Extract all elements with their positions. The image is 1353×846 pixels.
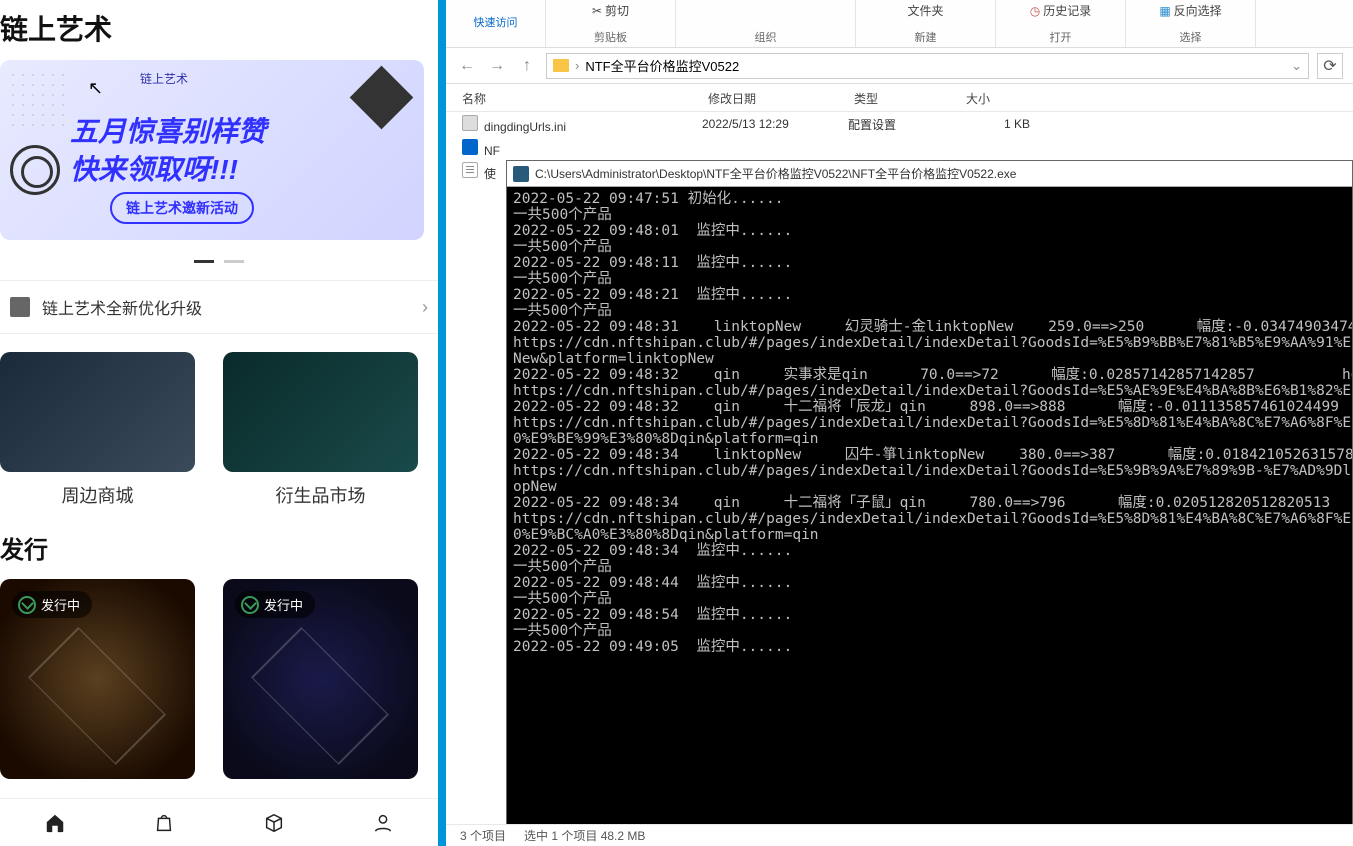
- console-titlebar[interactable]: C:\Users\Administrator\Desktop\NTF全平台价格监…: [507, 161, 1352, 187]
- carousel-dots[interactable]: [0, 250, 438, 268]
- quick-access-label[interactable]: 快速访问: [446, 0, 546, 47]
- bag-icon[interactable]: [153, 812, 175, 834]
- badge-label: 发行中: [264, 595, 303, 614]
- status-selected: 选中 1 个项目 48.2 MB: [524, 827, 645, 844]
- chevron-down-icon[interactable]: ⌄: [1291, 58, 1302, 74]
- category-row: 周边商城 衍生品市场: [0, 334, 438, 520]
- issue-card[interactable]: 发行中: [0, 579, 195, 779]
- organize-label: 组织: [688, 29, 843, 47]
- back-button[interactable]: ←: [456, 55, 478, 77]
- category-label: 周边商城: [0, 482, 195, 508]
- box-icon[interactable]: [263, 812, 285, 834]
- console-output[interactable]: 2022-05-22 09:47:51 初始化...... 一共500个产品 2…: [507, 187, 1352, 659]
- category-image: [223, 352, 418, 472]
- promo-banner[interactable]: 链上艺术 五月惊喜别样赞 快来领取呀!!! 链上艺术邀新活动: [0, 60, 424, 240]
- cut-button[interactable]: ✂剪切: [592, 2, 629, 19]
- clock-icon: [241, 596, 259, 614]
- folder-label[interactable]: 文件夹: [907, 2, 943, 19]
- banner-logo: 链上艺术: [140, 70, 188, 87]
- notice-bar[interactable]: 链上艺术全新优化升级 ›: [0, 280, 438, 334]
- column-name[interactable]: 名称: [462, 84, 708, 111]
- status-item-count: 3 个项目: [460, 827, 506, 844]
- up-button[interactable]: ↑: [516, 55, 538, 77]
- ribbon-group-organize: 组织: [676, 0, 856, 47]
- console-title-text: C:\Users\Administrator\Desktop\NTF全平台价格监…: [535, 165, 1016, 182]
- ribbon-group-open: ◷历史记录 打开: [996, 0, 1126, 47]
- select-label: 选择: [1138, 29, 1243, 47]
- issuing-badge: 发行中: [12, 591, 92, 618]
- file-row[interactable]: dingdingUrls.ini2022/5/13 12:29配置设置1 KB: [446, 112, 1353, 136]
- mobile-app-panel: ↖ 链上艺术 链上艺术 五月惊喜别样赞 快来领取呀!!! 链上艺术邀新活动 链上…: [0, 0, 438, 846]
- file-ini-icon: [462, 115, 478, 131]
- address-bar[interactable]: › NTF全平台价格监控V0522 ⌄: [546, 53, 1309, 79]
- category-image: [0, 352, 195, 472]
- file-row[interactable]: NF: [446, 136, 1353, 160]
- file-exe-icon: [462, 139, 478, 155]
- invert-icon: ▦: [1159, 4, 1170, 18]
- status-bar: 3 个项目 选中 1 个项目 48.2 MB: [446, 824, 1353, 846]
- history-button[interactable]: ◷历史记录: [1030, 2, 1092, 19]
- scissors-icon: ✂: [592, 4, 602, 18]
- carousel-dot[interactable]: [224, 260, 244, 263]
- file-txt-icon: [462, 162, 478, 178]
- refresh-button[interactable]: ⟳: [1317, 53, 1343, 79]
- ribbon-group-new: 文件夹 新建: [856, 0, 996, 47]
- ribbon-group-clipboard: ✂剪切 剪贴板: [546, 0, 676, 47]
- history-icon: ◷: [1030, 4, 1040, 18]
- badge-label: 发行中: [41, 595, 80, 614]
- console-window[interactable]: C:\Users\Administrator\Desktop\NTF全平台价格监…: [506, 160, 1353, 826]
- user-icon[interactable]: [372, 812, 394, 834]
- console-icon: [513, 166, 529, 182]
- banner-cta: 链上艺术邀新活动: [110, 192, 254, 224]
- carousel-dot[interactable]: [194, 260, 214, 263]
- bottom-nav: [0, 798, 438, 846]
- column-headers: 名称 修改日期 类型 大小: [446, 84, 1353, 112]
- target-icon: [10, 145, 60, 195]
- issuing-badge: 发行中: [235, 591, 315, 618]
- breadcrumb-sep: ›: [575, 58, 579, 73]
- issue-row: 发行中 发行中: [0, 579, 438, 779]
- notice-text: 链上艺术全新优化升级: [42, 295, 422, 319]
- chevron-right-icon: ›: [422, 297, 428, 318]
- new-label: 新建: [868, 29, 983, 47]
- clipboard-label: 剪贴板: [558, 29, 663, 47]
- open-label: 打开: [1008, 29, 1113, 47]
- invert-select-button[interactable]: ▦反向选择: [1159, 2, 1221, 19]
- folder-icon: [553, 59, 569, 72]
- ribbon: 快速访问 ✂剪切 剪贴板 组织 文件夹 新建 ◷历史记录 打开 ▦反向选择: [446, 0, 1353, 48]
- split-divider[interactable]: [438, 0, 446, 846]
- column-date[interactable]: 修改日期: [708, 84, 854, 111]
- ribbon-group-select: ▦反向选择 选择: [1126, 0, 1256, 47]
- address-path: NTF全平台价格监控V0522: [585, 56, 739, 75]
- address-row: ← → ↑ › NTF全平台价格监控V0522 ⌄ ⟳: [446, 48, 1353, 84]
- clock-icon: [18, 596, 36, 614]
- banner-line2: 快来领取呀!!!: [70, 148, 238, 188]
- column-size[interactable]: 大小: [966, 84, 1066, 111]
- banner-line1: 五月惊喜别样赞: [70, 110, 266, 150]
- category-label: 衍生品市场: [223, 482, 418, 508]
- forward-button[interactable]: →: [486, 55, 508, 77]
- issue-card[interactable]: 发行中: [223, 579, 418, 779]
- column-type[interactable]: 类型: [854, 84, 966, 111]
- home-icon[interactable]: [44, 812, 66, 834]
- category-peripheral[interactable]: 周边商城: [0, 352, 195, 508]
- category-derivatives[interactable]: 衍生品市场: [223, 352, 418, 508]
- app-title: 链上艺术: [0, 0, 438, 60]
- explorer-panel: 快速访问 ✂剪切 剪贴板 组织 文件夹 新建 ◷历史记录 打开 ▦反向选择: [446, 0, 1353, 846]
- notice-icon: [10, 297, 30, 317]
- section-issue-title: 发行: [0, 520, 438, 579]
